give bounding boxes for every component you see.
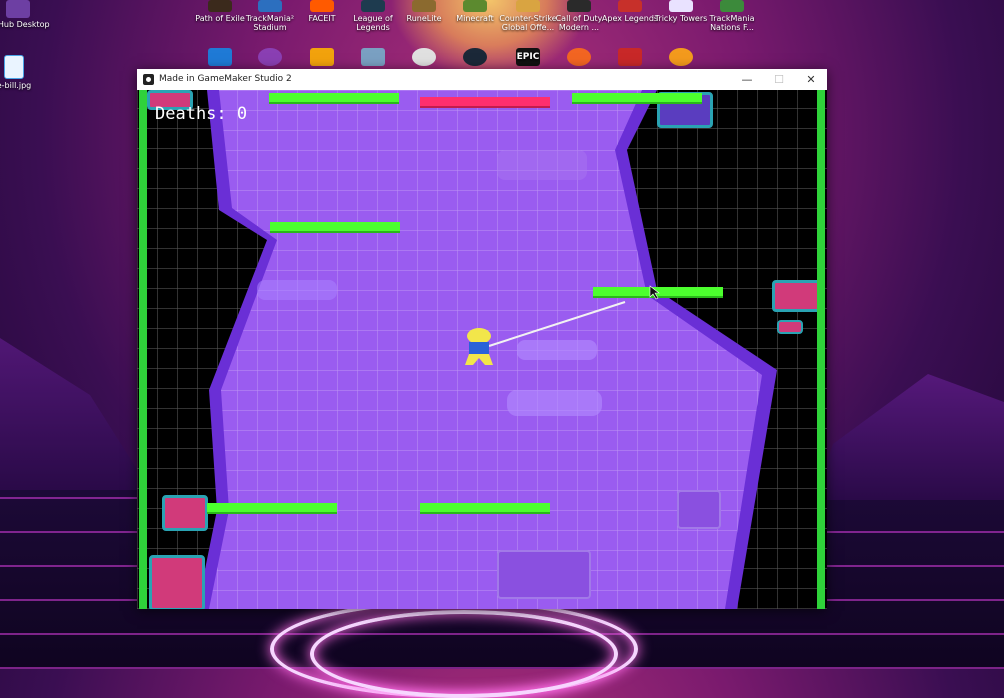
faceit-icon xyxy=(310,0,334,12)
player-body xyxy=(469,342,489,354)
grapple-layer xyxy=(465,285,660,365)
player-character xyxy=(465,328,493,365)
apex-legends-icon xyxy=(618,0,642,12)
gamemaker-icon xyxy=(143,74,154,85)
desktop-icon-overwatch[interactable] xyxy=(649,48,713,68)
minimize-button[interactable]: — xyxy=(731,69,763,90)
game-canvas[interactable]: Deaths: 0 xyxy=(137,90,827,609)
window-titlebar[interactable]: Made in GameMaker Studio 2 — ☐ ✕ xyxy=(137,69,827,90)
game-launcher-icon xyxy=(618,48,642,66)
game-window[interactable]: Made in GameMaker Studio 2 — ☐ ✕ Deaths:… xyxy=(137,69,827,609)
csgo-icon xyxy=(516,0,540,12)
desktop-icon-trackmania-nations[interactable]: TrackMania Nations F... xyxy=(700,0,764,32)
github-icon xyxy=(6,0,30,18)
player-head xyxy=(467,328,491,344)
runelite-icon xyxy=(412,0,436,12)
tricky-towers-icon xyxy=(669,0,693,12)
windows-app-icon xyxy=(208,48,232,66)
ubisoft-icon xyxy=(412,48,436,66)
path-of-exile-icon xyxy=(208,0,232,12)
steam-icon xyxy=(463,48,487,66)
player-legs xyxy=(465,354,493,365)
league-of-legends-icon xyxy=(361,0,385,12)
grapple-rope xyxy=(488,301,626,347)
mouse-cursor xyxy=(649,285,660,300)
maximize-button[interactable]: ☐ xyxy=(763,69,795,90)
neon-ring-inner xyxy=(310,610,618,698)
trackmania-nations-icon xyxy=(720,0,744,12)
mountain-left xyxy=(0,338,150,490)
call-of-duty-icon xyxy=(567,0,591,12)
epic-games-icon: EPIC xyxy=(516,48,540,66)
overwatch-icon xyxy=(669,48,693,66)
gog-icon xyxy=(258,48,282,66)
rockstar-icon xyxy=(310,48,334,66)
mountain-right xyxy=(814,374,1004,500)
desktop-icon-ebill[interactable]: e-bill.jpg xyxy=(0,55,46,90)
desktop-icon-github[interactable]: GitHub Desktop xyxy=(0,0,50,29)
deaths-counter: Deaths: 0 xyxy=(155,104,248,124)
game-shortcut-icon xyxy=(361,48,385,66)
close-button[interactable]: ✕ xyxy=(795,69,827,90)
trackmania-icon xyxy=(258,0,282,12)
window-title: Made in GameMaker Studio 2 xyxy=(159,74,292,84)
image-file-icon xyxy=(4,55,24,79)
origin-icon xyxy=(567,48,591,66)
minecraft-icon xyxy=(463,0,487,12)
